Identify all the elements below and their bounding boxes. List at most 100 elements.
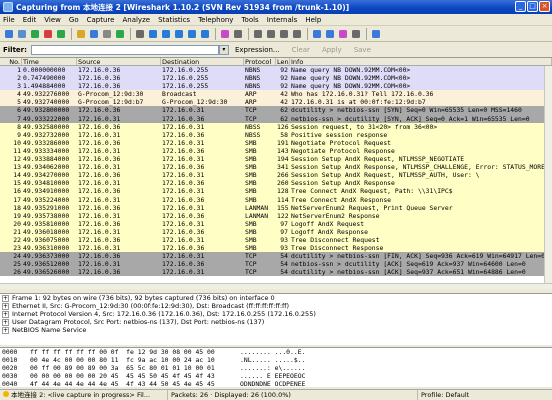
menu-tools[interactable]: Tools [241, 16, 258, 24]
column-header-no[interactable]: No. [0, 58, 22, 65]
last-icon[interactable] [199, 28, 211, 40]
table-row[interactable]: 20 49.935810000 172.16.0.36 172.16.0.31 SMB 9… [0, 219, 552, 228]
table-row[interactable]: 9 49.932732000 172.16.0.31 172.16.0.36 NBSS 5… [0, 130, 552, 139]
save-button[interactable]: Save [354, 46, 371, 54]
goto-icon[interactable] [173, 28, 185, 40]
byte-hex[interactable]: 4f 44 4e 44 4e 44 4e 45 4f 43 44 50 45 4… [30, 380, 240, 387]
detail-row[interactable]: + Frame 1: 92 bytes on wire (736 bits), 9… [0, 294, 552, 302]
expert-info-icon[interactable] [3, 390, 9, 397]
table-row[interactable]: 2 0.747490000 172.16.0.36 172.16.0.255 NBNS 9… [0, 74, 552, 83]
packet-details[interactable]: + Frame 1: 92 bytes on wire (736 bits), 9… [0, 293, 552, 345]
table-row[interactable]: 11 49.933334000 172.16.0.31 172.16.0.36 SMB 1… [0, 146, 552, 156]
byte-hex[interactable]: 00 00 00 00 00 00 20 45 45 45 50 45 4f 4… [30, 372, 240, 380]
coloring-rules-icon[interactable] [337, 28, 349, 40]
expression-button[interactable]: Expression... [235, 46, 280, 54]
close-icon[interactable] [101, 28, 113, 40]
packet-bytes[interactable]: 0000 ff ff ff ff ff ff 00 0f fe 12 9d 30 … [0, 347, 552, 387]
close-icon[interactable]: × [539, 1, 550, 12]
find-icon[interactable] [134, 28, 146, 40]
status-profile[interactable]: Profile: Default [418, 390, 552, 400]
detail-row[interactable]: + NetBIOS Name Service [0, 326, 552, 334]
table-row[interactable]: 25 49.936512000 172.16.0.31 172.16.0.36 TCP 5… [0, 260, 552, 269]
menu-help[interactable]: Help [305, 16, 321, 24]
table-row[interactable]: 22 49.936075000 172.16.0.36 172.16.0.31 SMB 9… [0, 235, 552, 245]
table-row[interactable]: 1 0.000000000 172.16.0.36 172.16.0.255 NBNS 9… [0, 66, 552, 75]
table-row[interactable]: 5 49.932740000 G-Procom_12:9d:b7 G-Procom_1… [0, 98, 552, 107]
table-row[interactable]: 12 49.933884000 172.16.0.36 172.16.0.31 SMB 1… [0, 155, 552, 164]
maximize-icon[interactable]: □ [527, 1, 538, 12]
table-row[interactable]: 4 49.932276000 G-Procom_12:9d:30 Broadcast A… [0, 90, 552, 99]
restart-icon[interactable] [55, 28, 67, 40]
expand-icon[interactable]: + [2, 302, 9, 310]
expand-icon[interactable]: + [2, 318, 9, 326]
table-row[interactable]: 7 49.933222000 172.16.0.31 172.16.0.36 TCP 62… [0, 114, 552, 123]
menu-go[interactable]: Go [69, 16, 79, 24]
column-header-length[interactable]: Length [276, 58, 290, 65]
byte-ascii[interactable]: ........ ...0..E. [240, 348, 305, 356]
byte-ascii[interactable]: ...... E EEPEOEOC [240, 372, 305, 380]
expand-icon[interactable]: + [2, 294, 9, 302]
open-icon[interactable] [75, 28, 87, 40]
byte-hex[interactable]: ff ff ff ff ff ff 00 0f fe 12 9d 30 08 0… [30, 348, 240, 356]
forward-icon[interactable] [160, 28, 172, 40]
menu-telephony[interactable]: Telephony [198, 16, 233, 24]
detail-row[interactable]: + User Datagram Protocol, Src Port: netbi… [0, 318, 552, 326]
byte-ascii[interactable]: ODNDNDNE OCDPENEE [240, 380, 305, 387]
clear-button[interactable]: Clear [292, 46, 310, 54]
table-row[interactable]: 16 49.934910000 172.16.0.36 172.16.0.31 SMB 1… [0, 187, 552, 196]
save-icon[interactable] [88, 28, 100, 40]
filter-dropdown-icon[interactable]: ▾ [218, 44, 229, 55]
menu-analyze[interactable]: Analyze [122, 16, 150, 24]
detail-row[interactable]: + Ethernet II, Src: G-Procom_12:9d:30 (00… [0, 302, 552, 310]
minimize-icon[interactable]: _ [515, 1, 526, 12]
menu-statistics[interactable]: Statistics [158, 16, 190, 24]
filter-input[interactable] [30, 44, 219, 55]
table-row[interactable]: 15 49.934810000 172.16.0.31 172.16.0.36 SMB 2… [0, 179, 552, 188]
apply-button[interactable]: Apply [322, 46, 342, 54]
options-icon[interactable] [16, 28, 28, 40]
zoom-out-icon[interactable] [265, 28, 277, 40]
table-row[interactable]: 21 49.936018000 172.16.0.31 172.16.0.36 SMB 9… [0, 227, 552, 236]
column-header-source[interactable]: Source [77, 58, 161, 65]
table-row[interactable]: 3 1.494884000 172.16.0.36 172.16.0.255 NBNS 9… [0, 82, 552, 91]
table-row[interactable]: 8 49.932580000 172.16.0.36 172.16.0.31 NBSS 1… [0, 122, 552, 131]
expand-icon[interactable]: + [2, 310, 9, 318]
packet-list[interactable]: No.TimeSourceDestinationProtocolLengthIn… [0, 57, 552, 289]
table-row[interactable]: 13 49.934062000 172.16.0.31 172.16.0.36 SMB 3… [0, 163, 552, 172]
colorize-icon[interactable] [219, 28, 231, 40]
menu-internals[interactable]: Internals [267, 16, 298, 24]
column-header-destination[interactable]: Destination [161, 58, 244, 65]
packet-list-hscrollbar[interactable] [0, 283, 552, 289]
column-header-protocol[interactable]: Protocol [244, 58, 276, 65]
table-row[interactable]: 26 49.936526000 172.16.0.36 172.16.0.31 TCP 5… [0, 268, 552, 277]
byte-ascii[interactable]: .......: e\...... [240, 364, 305, 372]
capture-filters-icon[interactable] [311, 28, 323, 40]
table-row[interactable]: 19 49.935738000 172.16.0.31 172.16.0.36 LANM… [0, 211, 552, 220]
expand-icon[interactable]: + [2, 326, 9, 334]
preferences-icon[interactable] [350, 28, 362, 40]
table-row[interactable]: 10 49.933286000 172.16.0.36 172.16.0.31 SMB 1… [0, 138, 552, 147]
menu-capture[interactable]: Capture [87, 16, 115, 24]
menu-view[interactable]: View [44, 16, 61, 24]
stop-icon[interactable] [42, 28, 54, 40]
help-icon[interactable] [370, 28, 382, 40]
byte-ascii[interactable]: .NL..... .....$.. [240, 356, 305, 364]
interfaces-icon[interactable] [3, 28, 15, 40]
menu-edit[interactable]: Edit [23, 16, 37, 24]
zoom-normal-icon[interactable] [278, 28, 290, 40]
start-icon[interactable] [29, 28, 41, 40]
byte-hex[interactable]: 00 ff 00 89 00 89 00 3a 65 5c 80 01 01 1… [30, 364, 240, 372]
packet-list-scrollbar[interactable] [544, 66, 552, 283]
detail-row[interactable]: + Internet Protocol Version 4, Src: 172.1… [0, 310, 552, 318]
back-icon[interactable] [147, 28, 159, 40]
table-row[interactable]: 14 49.934270000 172.16.0.36 172.16.0.31 SMB 2… [0, 171, 552, 180]
resize-icon[interactable] [291, 28, 303, 40]
table-row[interactable]: 17 49.935224000 172.16.0.31 172.16.0.36 SMB 1… [0, 195, 552, 204]
display-filters-icon[interactable] [324, 28, 336, 40]
zoom-in-icon[interactable] [252, 28, 264, 40]
column-header-time[interactable]: Time [22, 58, 77, 65]
byte-hex[interactable]: 00 4e 4c 00 00 00 80 11 fc 9a ac 10 00 2… [30, 356, 240, 364]
table-row[interactable]: 23 49.936310000 172.16.0.31 172.16.0.36 SMB 9… [0, 244, 552, 253]
autoscroll-icon[interactable] [232, 28, 244, 40]
table-row[interactable]: 18 49.935291000 172.16.0.36 172.16.0.31 LANM… [0, 203, 552, 212]
